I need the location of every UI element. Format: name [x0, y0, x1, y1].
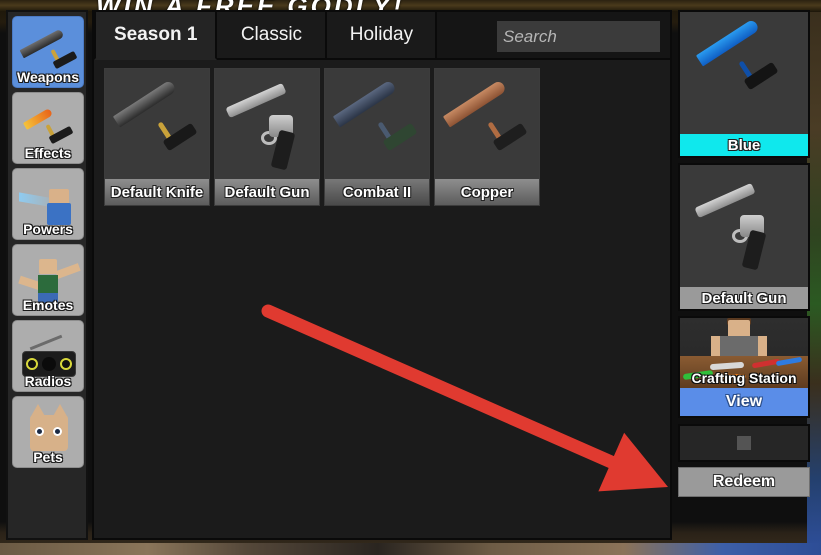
tab-holiday[interactable]: Holiday — [327, 12, 438, 60]
knife-preview — [680, 12, 808, 134]
item-card-copper[interactable]: Copper — [434, 68, 540, 206]
tab-bar: Season 1 Classic Holiday — [94, 12, 748, 60]
cat-head-icon — [13, 397, 83, 467]
tab-season-1[interactable]: Season 1 — [94, 12, 218, 60]
boombox-icon — [13, 321, 83, 391]
gun-thumbnail — [215, 69, 319, 181]
tab-classic[interactable]: Classic — [217, 12, 328, 60]
redeem-slot-panel[interactable] — [678, 424, 810, 462]
equipped-side-panel: Blue Default Gun Crafting Station View R… — [678, 10, 810, 542]
item-label: Combat II — [325, 179, 429, 205]
gun-preview — [680, 165, 808, 287]
item-label: Default Knife — [105, 179, 209, 205]
item-label: Copper — [435, 179, 539, 205]
redeem-empty-slot[interactable] — [737, 436, 751, 450]
sidebar-item-emotes[interactable]: Emotes — [12, 244, 84, 316]
sidebar-item-radios[interactable]: Radios — [12, 320, 84, 392]
item-card-default-gun[interactable]: Default Gun — [214, 68, 320, 206]
view-button[interactable]: View — [680, 388, 808, 416]
equipped-slot-knife[interactable]: Blue — [678, 10, 810, 158]
item-card-combat-ii[interactable]: Combat II — [324, 68, 430, 206]
equipped-item-label: Default Gun — [680, 287, 808, 309]
item-card-default-knife[interactable]: Default Knife — [104, 68, 210, 206]
tab-label: Season 1 — [114, 24, 198, 45]
search-box[interactable] — [497, 21, 748, 52]
tab-label: Holiday — [349, 24, 414, 45]
crafting-station-card[interactable]: Crafting Station View — [678, 316, 810, 418]
power-beam-icon — [13, 169, 83, 239]
equipped-slot-gun[interactable]: Default Gun — [678, 163, 810, 311]
background-bottom-strip — [0, 543, 821, 555]
dancing-character-icon — [13, 245, 83, 315]
tab-label: Classic — [240, 24, 303, 45]
sidebar-item-powers[interactable]: Powers — [12, 168, 84, 240]
sidebar-item-weapons[interactable]: Weapons — [12, 16, 84, 88]
sidebar-item-pets[interactable]: Pets — [12, 396, 84, 468]
knife-thumbnail — [325, 69, 429, 181]
crafting-station-thumbnail: Crafting Station — [680, 318, 808, 388]
flaming-knife-icon — [13, 93, 83, 163]
redeem-button[interactable]: Redeem — [678, 467, 810, 497]
knife-thumbnail — [435, 69, 539, 181]
knife-thumbnail — [105, 69, 209, 181]
knife-icon — [13, 17, 83, 87]
item-grid: Default Knife Default Gun Combat II Copp… — [94, 60, 670, 206]
inventory-main-panel: Season 1 Classic Holiday Default Knife — [92, 10, 748, 540]
equipped-item-label: Blue — [680, 134, 808, 156]
sidebar-item-effects[interactable]: Effects — [12, 92, 84, 164]
item-label: Default Gun — [215, 179, 319, 205]
category-sidebar: Weapons Effects Powers Emotes Radios Pet… — [6, 10, 88, 540]
